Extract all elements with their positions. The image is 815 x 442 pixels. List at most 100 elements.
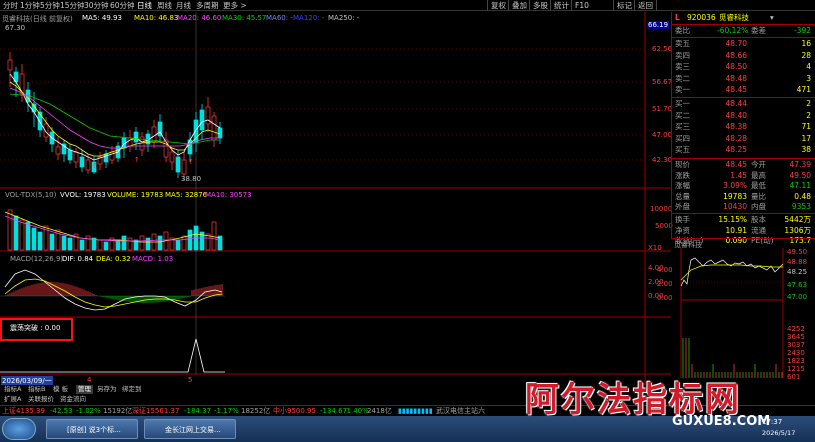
- macd-dif-legend: DIF: 0.84: [62, 255, 94, 263]
- taskbar-item-trading[interactable]: 金长江网上交易...: [144, 419, 236, 439]
- ma20-legend: MA20: 46.60: [177, 14, 222, 22]
- quote-stat-value2: 0.48: [794, 191, 811, 201]
- f10-button[interactable]: F10: [571, 0, 589, 11]
- tab-15min[interactable]: 15分钟: [60, 0, 85, 11]
- mini-tick: 4.00: [648, 264, 664, 272]
- quote-stat: 涨幅 3.09% 最低 47.11: [675, 181, 813, 191]
- overlay-button[interactable]: 叠加: [508, 0, 527, 11]
- tab-bind-to[interactable]: 绑定到: [120, 385, 144, 394]
- bid-level: 买一 48.44 2: [675, 99, 813, 109]
- quote-stat: 总量 19783 量比 0.48: [675, 192, 813, 202]
- vvol-legend: VVOL: 19783: [60, 191, 106, 199]
- candle-body: [151, 126, 157, 143]
- ask-level-value: 48.48: [725, 73, 747, 83]
- stats-button[interactable]: 统计: [550, 0, 569, 11]
- back-button[interactable]: 返回: [634, 0, 657, 11]
- bid-level-value: 48.40: [725, 110, 747, 120]
- tab-monthly[interactable]: 月线: [176, 0, 191, 11]
- stock-code: 920036: [687, 13, 716, 22]
- vol-legend-name: VOL-TDX(5,10): [5, 191, 57, 199]
- volume-bar: [115, 239, 121, 251]
- volume-bar: [187, 229, 193, 251]
- candle-body: [79, 156, 85, 168]
- tab-related-quote[interactable]: 关联报价: [26, 395, 56, 404]
- ask-level-label: 卖四: [675, 50, 690, 60]
- vol-ma10-legend: MA10: 30573: [205, 191, 252, 199]
- candle-body: [211, 115, 217, 141]
- ask-level-label: 卖五: [675, 39, 690, 48]
- clock-date: 2026/5/17: [762, 429, 796, 437]
- ma30-legend: MA30: 45.57: [222, 14, 267, 22]
- watermark-url: GUXUE8.COM: [672, 414, 771, 429]
- bid-level: 买二 48.40 2: [675, 111, 813, 121]
- tab-60min[interactable]: 60分钟: [110, 0, 135, 11]
- vol-ma5-legend: MA5: 32876: [165, 191, 208, 199]
- ask-level: 卖二 48.48 3: [675, 74, 813, 84]
- candle-body: [217, 127, 223, 139]
- multi-stock-button[interactable]: 多股: [529, 0, 548, 11]
- bid-level-label: 买一: [675, 99, 690, 108]
- tab-fenshi[interactable]: 分时: [3, 0, 18, 11]
- macd-bars: [5, 282, 223, 303]
- quote-stat2-value: 10.91: [725, 225, 747, 235]
- tab-indicator-b[interactable]: 指标B: [26, 385, 47, 394]
- mini-right-ticks: 49.50 48.88 48.25 47.63 47.00 4252 3645 3037 243…: [786, 245, 815, 381]
- tab-5min[interactable]: 5分钟: [40, 0, 60, 11]
- fuquan-button[interactable]: 复权: [487, 0, 506, 11]
- bid-level: 买五 48.25 38: [675, 145, 813, 155]
- mini-right-tick: 2430: [787, 349, 805, 357]
- ask-level-value2: 28: [801, 50, 811, 60]
- mark-button[interactable]: 标记: [613, 0, 632, 11]
- dropdown-icon[interactable]: ▾: [770, 13, 774, 23]
- high-price-label: 67.30: [5, 24, 26, 32]
- price-tick: 56.67: [652, 78, 673, 86]
- price-tick: 42.30: [652, 156, 673, 164]
- macd-dif-line: [4, 269, 223, 311]
- start-button[interactable]: [2, 418, 36, 440]
- tab-indicator-a[interactable]: 指标A: [2, 385, 23, 394]
- month-mark: 4: [87, 376, 92, 384]
- l2-badge: L: [675, 13, 680, 22]
- tab-daily[interactable]: 日线: [137, 0, 152, 11]
- quote-stat-label2: 量比: [751, 191, 766, 201]
- macd-value-legend: MACD: 1.03: [132, 255, 174, 263]
- tab-1min[interactable]: 1分钟: [20, 0, 40, 11]
- ask-level-label: 卖三: [675, 62, 690, 71]
- tab-template[interactable]: 模 板: [51, 385, 70, 394]
- tab-more[interactable]: 更多 >: [223, 0, 247, 11]
- mini-right-tick: 48.88: [787, 258, 808, 266]
- quote-stat2-label: 换手: [675, 215, 690, 224]
- candle-body: [73, 151, 79, 163]
- weicha-label: 委差: [751, 26, 766, 35]
- vol-scale: X10: [648, 244, 662, 252]
- bid-level-label: 买五: [675, 145, 690, 154]
- volume-bar: [103, 241, 109, 251]
- macd-legend-name: MACD(12,26,9): [10, 255, 64, 263]
- quote-stat-value: 1.45: [730, 170, 747, 180]
- bid-level-value2: 17: [801, 133, 811, 143]
- tab-save-as[interactable]: 另存为: [95, 385, 119, 394]
- tab-multi-period[interactable]: 多周期: [196, 0, 219, 11]
- quote-stat2-label: 净资: [675, 225, 690, 235]
- tab-30min[interactable]: 30分钟: [84, 0, 109, 11]
- tab-fund-flow[interactable]: 资金流向: [58, 395, 88, 404]
- tab-weekly[interactable]: 周线: [157, 0, 172, 11]
- ask-level: 卖一 48.45 471: [675, 85, 813, 95]
- ask-level-value2: 16: [801, 39, 811, 48]
- volume-bar: [181, 235, 187, 251]
- quote-stat2-value2: 1306万: [784, 225, 811, 235]
- tab-manage[interactable]: 管理: [76, 385, 93, 394]
- watermark-logo: 阿尔法指标网: [525, 380, 741, 420]
- month-mark: 5: [188, 376, 193, 384]
- bid-level: 买三 48.38 71: [675, 122, 813, 132]
- quote-stat: 涨跌 1.45 最高 49.50: [675, 171, 813, 181]
- volume-bar: [67, 237, 73, 251]
- buy-arrow-icon: ↑: [92, 162, 98, 170]
- ma10-legend: MA10: 46.83: [134, 14, 179, 22]
- quote-stat-label: 总量: [675, 191, 690, 201]
- tab-extension-a[interactable]: 扩展A: [2, 395, 23, 404]
- ma5-legend: MA5: 49.93: [82, 14, 122, 22]
- price-tick: 51.70: [652, 105, 673, 113]
- volume-bar: [217, 235, 223, 251]
- taskbar-item-browser[interactable]: [原创] 说3个标...: [46, 419, 138, 439]
